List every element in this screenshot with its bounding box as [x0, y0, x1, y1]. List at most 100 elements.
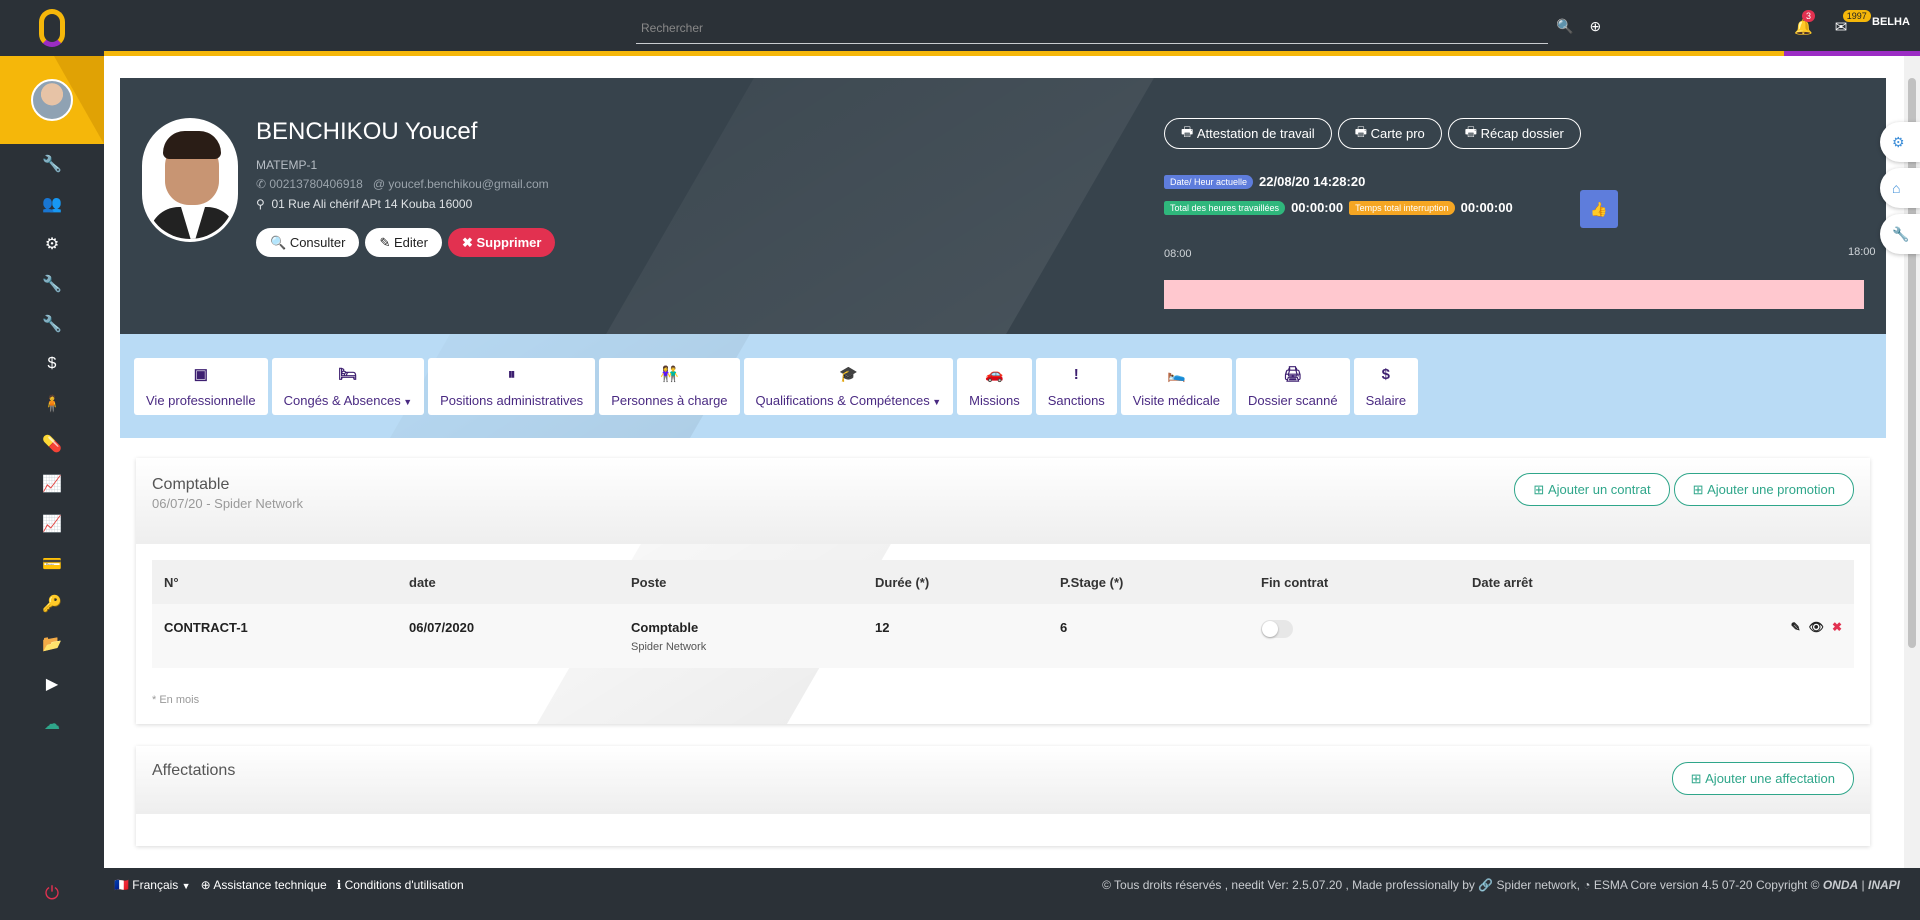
contract-subtitle: 06/07/20 - Spider Network	[152, 496, 304, 511]
language-selector[interactable]: 🇫🇷 Français ▼	[114, 878, 191, 892]
tab-sanctions[interactable]: ! Sanctions	[1035, 358, 1117, 415]
gears-icon[interactable]: ⚙	[0, 224, 104, 264]
add-promotion-button[interactable]: ⊞ Ajouter une promotion	[1673, 473, 1854, 506]
tab-label-text: Personnes à charge	[611, 393, 728, 408]
table-note: * En mois	[152, 694, 200, 706]
flag-fr-icon: 🇫🇷	[114, 878, 129, 892]
plus-square-icon: ⊞	[1533, 481, 1548, 497]
wrench-icon[interactable]: 🔧	[0, 264, 104, 304]
tab-dossier-scann-[interactable]: 🖨 Dossier scanné	[1236, 358, 1350, 415]
contract-poste: Comptable Spider Network	[619, 604, 863, 668]
tab-label-text: Qualifications & Compétences	[755, 393, 930, 408]
contract-date: 06/07/2020	[397, 604, 619, 668]
power-icon[interactable]: ⏻	[0, 883, 104, 904]
search-input[interactable]: Rechercher	[636, 18, 1548, 44]
add-affectation-button[interactable]: ⊞ Ajouter une affectation	[1671, 762, 1854, 795]
key-icon[interactable]: 🔑	[0, 584, 104, 624]
edit-icon[interactable]: ✎	[1791, 620, 1801, 634]
wrench-icon[interactable]: 🔧	[0, 144, 104, 184]
tab-icon: 🛌	[1167, 366, 1186, 383]
thumbs-up-icon[interactable]: 👍	[1580, 190, 1618, 228]
app-logo[interactable]	[0, 0, 104, 56]
tab-icon: 🎓	[838, 366, 858, 383]
chart-icon[interactable]: 📈	[0, 504, 104, 544]
wrench-icon[interactable]: 🔧	[0, 304, 104, 344]
logo-mark-icon	[39, 9, 65, 47]
eye-icon[interactable]: 👁	[1809, 620, 1824, 634]
inapi-link[interactable]: INAPI	[1868, 878, 1900, 892]
delete-label: Supprimer	[476, 235, 542, 250]
table-header-row: N° date Poste Durée (*) P.Stage (*) Fin contr…	[152, 560, 1854, 604]
row-actions-cell: ✎ 👁 ✖	[1610, 604, 1854, 668]
tab-vie-professionnelle[interactable]: ▣ Vie professionnelle	[134, 358, 268, 415]
recap-button[interactable]: 🖶 Récap dossier	[1447, 118, 1581, 149]
cloud-icon[interactable]: ☁	[0, 704, 104, 744]
play-icon[interactable]: ▶	[0, 664, 104, 704]
users-icon[interactable]: 👥	[0, 184, 104, 224]
add-contract-button[interactable]: ⊞ Ajouter un contrat	[1514, 473, 1670, 506]
esma-logo-icon: ◔	[1583, 878, 1591, 892]
bell-icon[interactable]: 🔔 3	[1794, 10, 1816, 36]
dollar-icon[interactable]: $	[0, 344, 104, 384]
messages-badge: 1997	[1842, 10, 1871, 22]
contract-stage: 6	[1048, 604, 1249, 668]
envelope-icon[interactable]: ✉ 1997	[1835, 10, 1871, 36]
gear-icon[interactable]: ⚙	[1880, 122, 1920, 162]
tab-label: Sanctions	[1048, 393, 1105, 408]
user-menu[interactable]: BELHA	[1872, 16, 1910, 28]
tab-label-text: Dossier scanné	[1248, 393, 1338, 408]
edit-label: Editer	[393, 235, 428, 250]
assistance-link[interactable]: ⊕ Assistance technique	[201, 878, 327, 892]
decorative-shape	[606, 78, 1154, 334]
edit-button[interactable]: ✎ Editer	[365, 228, 442, 257]
delete-icon[interactable]: ✖	[1832, 620, 1842, 634]
column-header: date	[397, 560, 619, 604]
interruption-tag: Temps total interruption	[1349, 200, 1455, 215]
consult-label: Consulter	[289, 235, 346, 250]
tab-icon: 🛏	[338, 366, 358, 383]
tab-missions[interactable]: 🚗 Missions	[957, 358, 1032, 415]
caret-down-icon: ▼	[181, 881, 191, 891]
row-actions: ✎ 👁 ✖	[1622, 620, 1854, 634]
conditions-link[interactable]: ℹ Conditions d'utilisation	[337, 878, 464, 892]
home-icon[interactable]: ⌂	[1880, 168, 1920, 208]
tab-positions-administratives[interactable]: ⏸ Positions administratives	[428, 358, 596, 415]
close-icon: ✖	[461, 234, 477, 250]
footer: 🇫🇷 Français ▼ ⊕ Assistance technique ℹ C…	[104, 868, 1920, 920]
search-icon[interactable]: 🔍	[1556, 18, 1573, 35]
delete-button[interactable]: ✖ Supprimer	[447, 228, 556, 257]
avatar[interactable]	[31, 79, 73, 121]
onda-link[interactable]: ONDA	[1823, 878, 1858, 892]
carte-pro-button[interactable]: 🖶 Carte pro	[1337, 118, 1442, 149]
tab-label-text: Sanctions	[1047, 392, 1105, 408]
contracts-table: N° date Poste Durée (*) P.Stage (*) Fin contr…	[152, 560, 1854, 668]
end-contract-toggle[interactable]	[1261, 620, 1293, 638]
tab-salaire[interactable]: $ Salaire	[1353, 358, 1419, 415]
email-address[interactable]: youcef.benchikou@gmail.com	[388, 177, 548, 191]
tab-visite-m-dicale[interactable]: 🛌 Visite médicale	[1120, 358, 1232, 415]
phone-icon: ✆	[256, 177, 267, 191]
map-marker-icon: ⚲	[256, 197, 265, 211]
card-icon[interactable]: 💳	[0, 544, 104, 584]
poste-company: Spider Network	[631, 641, 707, 653]
attestation-button[interactable]: 🖶 Attestation de travail	[1164, 118, 1332, 149]
hours-summary: Total des heures travaillées 00:00:00 Te…	[1164, 200, 1513, 215]
timeline-start: 08:00	[1164, 248, 1192, 260]
user-avatar-band	[0, 56, 104, 144]
wrench-icon[interactable]: 🔧	[1880, 214, 1920, 254]
worked-hours-tag: Total des heures travaillées	[1164, 200, 1286, 215]
interruption-value: 00:00:00	[1460, 200, 1513, 215]
tab-icon: !	[1073, 365, 1079, 383]
tab-icon: $	[1381, 365, 1391, 383]
zoom-search-icon[interactable]: ⊕	[1589, 18, 1601, 35]
folder-icon[interactable]: 📂	[0, 624, 104, 664]
spider-link[interactable]: Spider network,	[1497, 878, 1580, 892]
tab-label: Missions	[969, 393, 1020, 408]
tab-cong-s-absences[interactable]: 🛏 Congés & Absences ▼	[271, 358, 425, 415]
chart-icon[interactable]: 📈	[0, 464, 104, 504]
pills-icon[interactable]: 💊	[0, 424, 104, 464]
tab-personnes-charge[interactable]: 👫 Personnes à charge	[599, 358, 740, 415]
consult-button[interactable]: 🔍 Consulter	[256, 228, 360, 257]
person-icon[interactable]: 🧍	[0, 384, 104, 424]
tab-qualifications-comp-tences[interactable]: 🎓 Qualifications & Compétences ▼	[743, 358, 954, 415]
